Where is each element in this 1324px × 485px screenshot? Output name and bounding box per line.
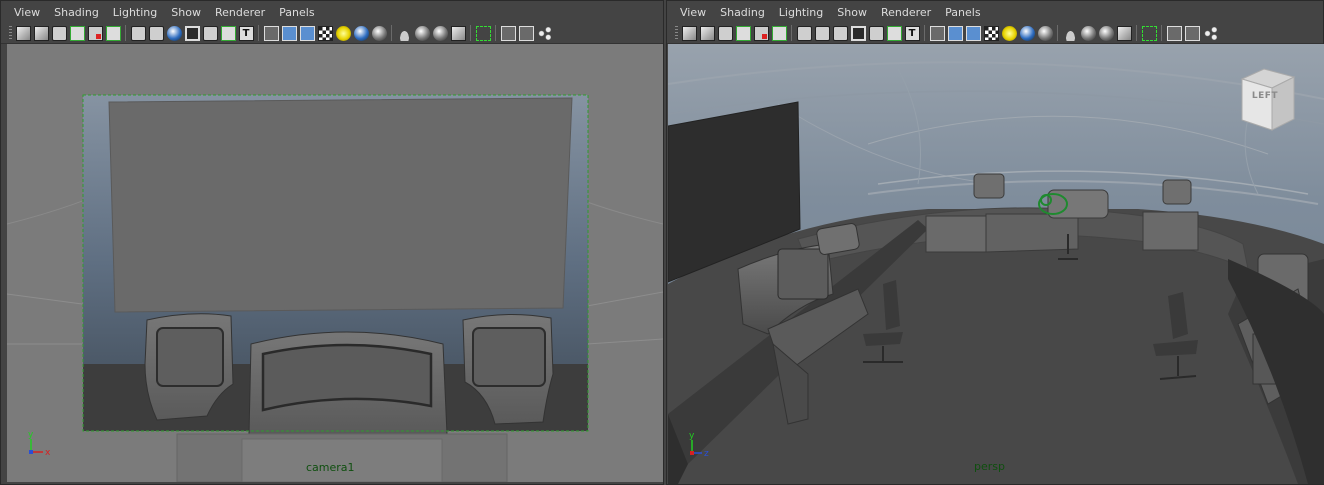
- camera-attributes-icon[interactable]: [15, 25, 31, 41]
- camera1-viewport[interactable]: y x camera1: [7, 44, 663, 482]
- menu-view[interactable]: View: [673, 6, 713, 19]
- toolbar-separator: [258, 25, 259, 41]
- toolbar-separator: [495, 25, 496, 41]
- menu-shading[interactable]: Shading: [713, 6, 772, 19]
- camera-name-label: camera1: [306, 461, 355, 474]
- wireframe-icon[interactable]: [929, 25, 945, 41]
- panel-menubar: View Shading Lighting Show Renderer Pane…: [667, 1, 1323, 23]
- xray-joints-icon[interactable]: [500, 25, 516, 41]
- xray-icon[interactable]: [1116, 25, 1132, 41]
- textured-icon[interactable]: [317, 25, 333, 41]
- depth-of-field-icon[interactable]: [1098, 25, 1114, 41]
- menu-show[interactable]: Show: [164, 6, 208, 19]
- toolbar-separator: [125, 25, 126, 41]
- field-chart-icon[interactable]: [184, 25, 200, 41]
- toolbar-separator: [924, 25, 925, 41]
- menu-lighting[interactable]: Lighting: [106, 6, 164, 19]
- axis-y-label: y: [28, 430, 34, 440]
- xray-active-icon[interactable]: [1184, 25, 1200, 41]
- shadows-icon[interactable]: [353, 25, 369, 41]
- axis-y-label: y: [689, 431, 695, 441]
- node-icon[interactable]: [1202, 25, 1218, 41]
- axis-x-label: x: [45, 448, 51, 458]
- shadows-icon[interactable]: [1019, 25, 1035, 41]
- shade-wireframe-icon[interactable]: [965, 25, 981, 41]
- texture-icon[interactable]: T: [238, 25, 254, 41]
- xray-joints-icon[interactable]: [1166, 25, 1182, 41]
- toolbar-grip-icon: [675, 26, 678, 40]
- safe-title-icon[interactable]: [886, 25, 902, 41]
- menu-view[interactable]: View: [7, 6, 47, 19]
- viewport-panel-left: View Shading Lighting Show Renderer Pane…: [0, 0, 664, 485]
- film-gate-icon[interactable]: [105, 25, 121, 41]
- panel-toolbar: T: [667, 23, 1323, 44]
- ambient-occlusion-icon[interactable]: [371, 25, 387, 41]
- isolate-select-icon[interactable]: [475, 25, 491, 41]
- menu-panels[interactable]: Panels: [938, 6, 987, 19]
- camera-name-label: persp: [974, 460, 1005, 473]
- xray-active-icon[interactable]: [518, 25, 534, 41]
- resolution-gate-icon[interactable]: [814, 25, 830, 41]
- image-plane-icon[interactable]: [51, 25, 67, 41]
- grease-pencil-icon[interactable]: [753, 25, 769, 41]
- isolate-select-icon[interactable]: [1141, 25, 1157, 41]
- node-icon[interactable]: [536, 25, 552, 41]
- wireframe-icon[interactable]: [263, 25, 279, 41]
- camera-attributes-icon[interactable]: [681, 25, 697, 41]
- safe-action-icon[interactable]: [202, 25, 218, 41]
- bookmark-icon[interactable]: [33, 25, 49, 41]
- camera1-scene: y x: [7, 44, 663, 482]
- use-lights-icon[interactable]: [1001, 25, 1017, 41]
- persp-scene: y z: [668, 44, 1324, 484]
- toolbar-separator: [791, 25, 792, 41]
- textured-icon[interactable]: [983, 25, 999, 41]
- xray-icon[interactable]: [450, 25, 466, 41]
- smooth-shade-icon[interactable]: [281, 25, 297, 41]
- persp-viewport[interactable]: y z LEFT persp: [668, 44, 1324, 484]
- toolbar-separator: [1161, 25, 1162, 41]
- gate-mask-icon[interactable]: [166, 25, 182, 41]
- grid-icon[interactable]: [796, 25, 812, 41]
- menu-shading[interactable]: Shading: [47, 6, 106, 19]
- axis-z-label: z: [704, 449, 709, 459]
- safe-title-icon[interactable]: [220, 25, 236, 41]
- motion-blur-icon[interactable]: [1062, 25, 1078, 41]
- view-cube[interactable]: LEFT: [1242, 71, 1294, 123]
- gate-mask-icon[interactable]: [832, 25, 848, 41]
- motion-blur-icon[interactable]: [396, 25, 412, 41]
- image-plane-icon[interactable]: [717, 25, 733, 41]
- toolbar-separator: [1057, 25, 1058, 41]
- resolution-gate-icon[interactable]: [148, 25, 164, 41]
- 2d-pan-icon[interactable]: [69, 25, 85, 41]
- field-chart-icon[interactable]: [850, 25, 866, 41]
- shade-wireframe-icon[interactable]: [299, 25, 315, 41]
- depth-of-field-icon[interactable]: [432, 25, 448, 41]
- use-lights-icon[interactable]: [335, 25, 351, 41]
- safe-action-icon[interactable]: [868, 25, 884, 41]
- grease-pencil-icon[interactable]: [87, 25, 103, 41]
- toolbar-separator: [391, 25, 392, 41]
- menu-renderer[interactable]: Renderer: [874, 6, 938, 19]
- ambient-occlusion-icon[interactable]: [1037, 25, 1053, 41]
- anti-alias-icon[interactable]: [1080, 25, 1096, 41]
- panel-menubar: View Shading Lighting Show Renderer Pane…: [1, 1, 663, 23]
- toolbar-grip-icon: [9, 26, 12, 40]
- anti-alias-icon[interactable]: [414, 25, 430, 41]
- menu-renderer[interactable]: Renderer: [208, 6, 272, 19]
- menu-lighting[interactable]: Lighting: [772, 6, 830, 19]
- film-gate-icon[interactable]: [771, 25, 787, 41]
- bookmark-icon[interactable]: [699, 25, 715, 41]
- texture-icon[interactable]: T: [904, 25, 920, 41]
- toolbar-separator: [1136, 25, 1137, 41]
- grid-icon[interactable]: [130, 25, 146, 41]
- menu-panels[interactable]: Panels: [272, 6, 321, 19]
- menu-show[interactable]: Show: [830, 6, 874, 19]
- smooth-shade-icon[interactable]: [947, 25, 963, 41]
- 2d-pan-icon[interactable]: [735, 25, 751, 41]
- panel-toolbar: T: [1, 23, 663, 44]
- toolbar-separator: [470, 25, 471, 41]
- viewport-panel-right: View Shading Lighting Show Renderer Pane…: [666, 0, 1324, 485]
- view-cube-face-label: LEFT: [1251, 91, 1279, 101]
